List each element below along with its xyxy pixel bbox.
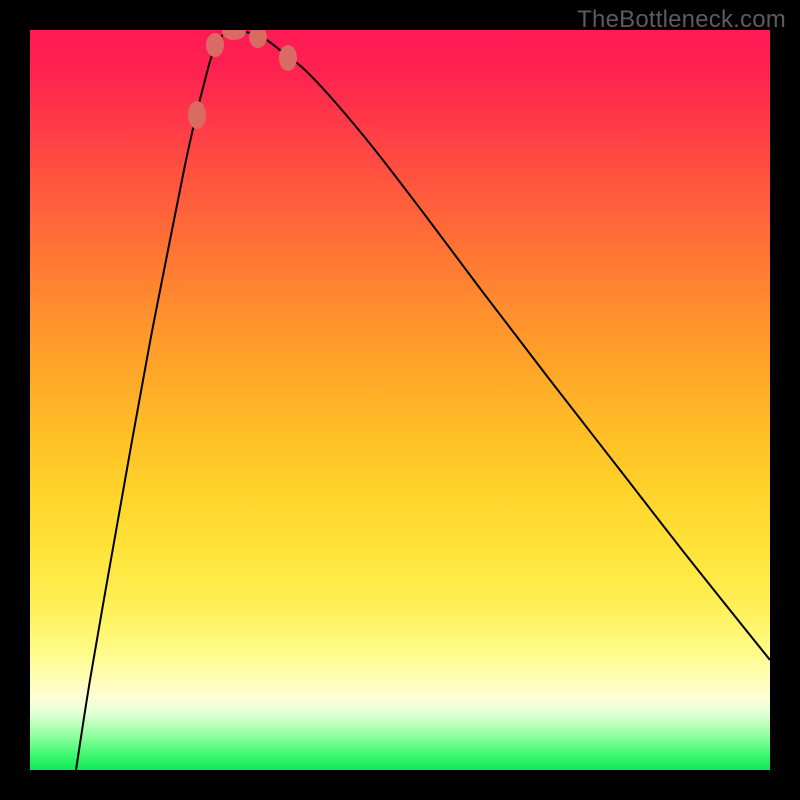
- chart-frame: TheBottleneck.com: [0, 0, 800, 800]
- watermark-text: TheBottleneck.com: [577, 6, 786, 34]
- marker-right-lower: [249, 30, 267, 48]
- curve-svg: [30, 30, 770, 770]
- plot-area: [30, 30, 770, 770]
- bottleneck-curve: [76, 31, 770, 770]
- marker-left-upper: [188, 101, 206, 129]
- marker-right-upper: [279, 45, 297, 71]
- marker-bottom: [222, 30, 246, 40]
- marker-left-lower: [206, 33, 224, 57]
